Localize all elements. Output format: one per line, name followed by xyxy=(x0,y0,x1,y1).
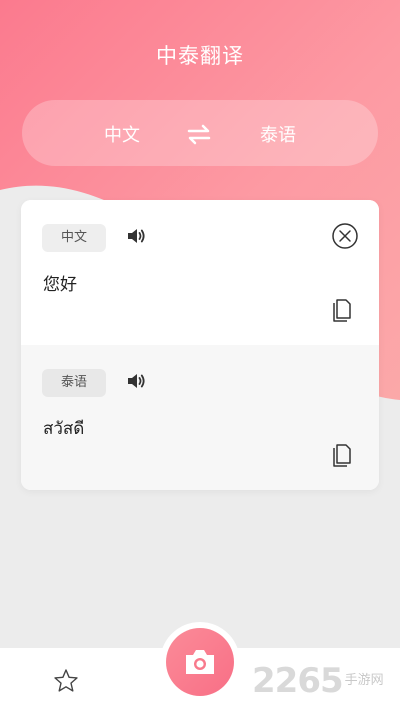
watermark-number: 2265 xyxy=(252,661,344,701)
camera-button[interactable] xyxy=(166,628,234,696)
target-language-tag: 泰语 xyxy=(42,369,106,397)
speaker-icon[interactable] xyxy=(125,225,147,247)
translation-card: 中文 您好 泰语 สวัสดี xyxy=(21,200,379,490)
camera-icon xyxy=(186,650,214,674)
copy-icon[interactable] xyxy=(333,296,355,322)
watermark-text: 手游网 xyxy=(344,672,384,688)
target-panel: 泰语 สวัสดี xyxy=(21,345,379,490)
target-language-button[interactable]: 泰语 xyxy=(260,121,296,147)
star-icon[interactable] xyxy=(53,668,79,694)
source-text[interactable]: 您好 xyxy=(43,270,77,295)
translated-text: สวัสดี xyxy=(43,419,85,439)
speaker-icon[interactable] xyxy=(125,370,147,392)
copy-icon[interactable] xyxy=(333,441,355,467)
source-language-button[interactable]: 中文 xyxy=(104,121,140,147)
source-language-tag: 中文 xyxy=(42,224,106,252)
close-circle-icon[interactable] xyxy=(331,222,359,250)
watermark: 2265 手游网 xyxy=(252,659,384,703)
source-panel: 中文 您好 xyxy=(21,200,379,345)
language-switch: 中文 泰语 xyxy=(22,100,378,166)
swap-arrows-icon[interactable] xyxy=(185,120,213,148)
app-title: 中泰翻译 xyxy=(156,44,244,68)
